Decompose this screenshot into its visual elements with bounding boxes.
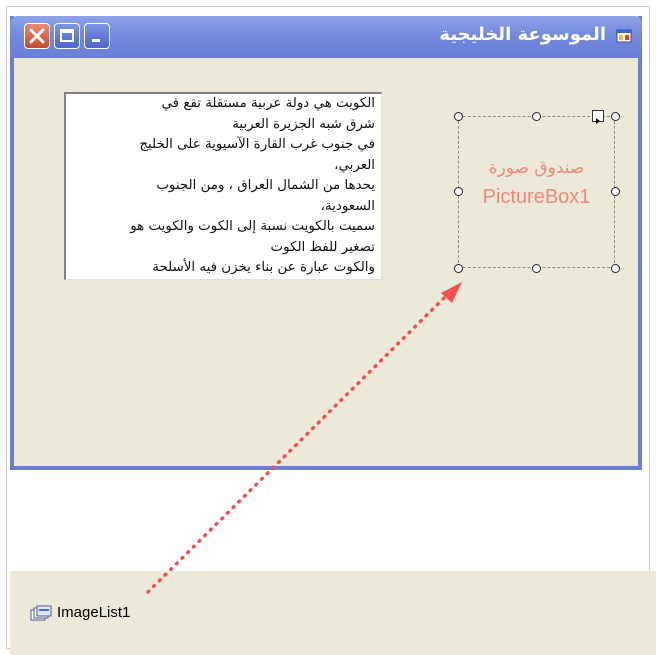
annotation-arrow — [146, 282, 462, 594]
